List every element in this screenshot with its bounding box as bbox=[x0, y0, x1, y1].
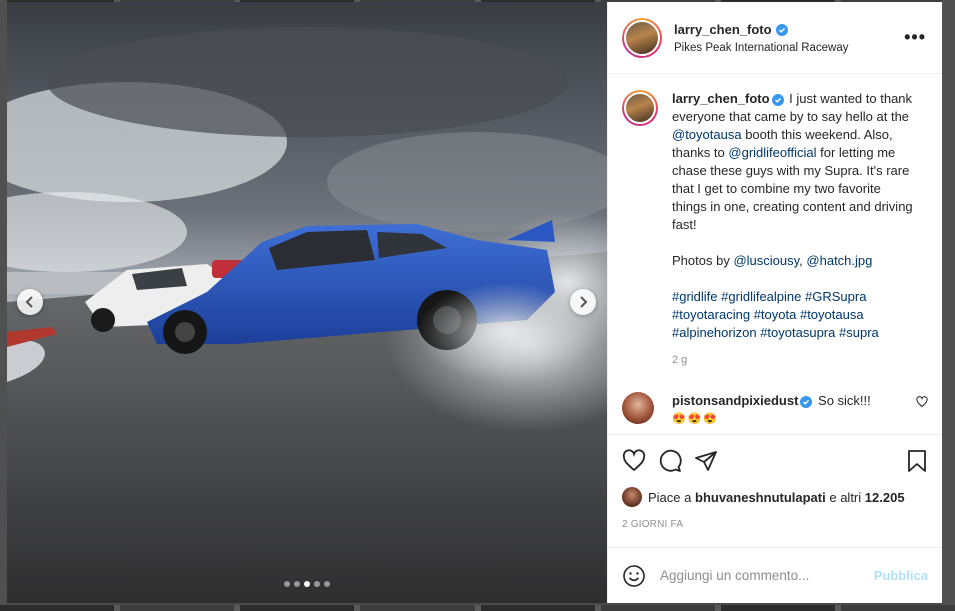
emoji-picker-button[interactable] bbox=[622, 564, 646, 588]
comment-emoji: 😍😍😍 bbox=[672, 413, 720, 425]
liker-username[interactable]: bhuvaneshnutulapati bbox=[695, 490, 826, 505]
previous-photo-button[interactable] bbox=[17, 289, 43, 315]
share-button[interactable] bbox=[694, 449, 718, 473]
comment-input[interactable] bbox=[660, 568, 874, 583]
liker-avatar[interactable] bbox=[622, 487, 642, 507]
publish-button[interactable]: Pubblica bbox=[874, 568, 928, 583]
post-modal: larry_chen_foto Pikes Peak International… bbox=[7, 2, 942, 603]
chevron-right-icon bbox=[580, 296, 588, 308]
post-photo bbox=[7, 2, 607, 603]
feed-background-left bbox=[0, 0, 7, 611]
author-username[interactable]: larry_chen_foto bbox=[674, 22, 772, 37]
hashtag-link[interactable]: #toyota bbox=[754, 307, 797, 322]
likes-suffix: e altri bbox=[829, 489, 862, 505]
comments-list[interactable]: larry_chen_foto I just wanted to thank e… bbox=[608, 74, 942, 434]
mention-lusciousy[interactable]: @lusciousy bbox=[733, 253, 799, 268]
verified-badge-icon bbox=[775, 23, 788, 36]
smiley-icon bbox=[623, 564, 645, 587]
comment-text: So sick!!! bbox=[818, 393, 871, 408]
bookmark-icon bbox=[908, 450, 926, 472]
hashtag-link[interactable]: #GRSupra bbox=[805, 289, 866, 304]
likes-summary: Piace a bhuvaneshnutulapati e altri 12.2… bbox=[622, 487, 928, 507]
post-location[interactable]: Pikes Peak International Raceway bbox=[674, 42, 902, 54]
mention-hatch[interactable]: @hatch.jpg bbox=[806, 253, 872, 268]
paper-plane-icon bbox=[695, 451, 717, 471]
more-options-button[interactable]: ••• bbox=[902, 27, 928, 48]
caption-username[interactable]: larry_chen_foto bbox=[672, 91, 770, 106]
feed-background-right bbox=[942, 0, 955, 611]
hashtag-link[interactable]: #supra bbox=[839, 325, 879, 340]
hashtag-link[interactable]: #toyotaracing bbox=[672, 307, 750, 322]
commenter-username[interactable]: pistonsandpixiedust bbox=[672, 393, 798, 408]
hashtag-list: #gridlife #gridlifealpine #GRSupra #toyo… bbox=[672, 288, 917, 342]
comment-bubble-icon bbox=[659, 449, 682, 472]
chevron-left-icon bbox=[25, 296, 33, 308]
hashtag-link[interactable]: #gridlifealpine bbox=[721, 289, 801, 304]
comment-composer: Pubblica bbox=[608, 547, 942, 603]
drift-car-photo bbox=[7, 2, 607, 603]
heart-icon bbox=[622, 449, 646, 472]
carousel-dot bbox=[314, 581, 320, 587]
hashtag-link[interactable]: #alpinehorizon bbox=[672, 325, 757, 340]
likes-prefix: Piace a bbox=[648, 489, 692, 505]
caption-text: larry_chen_foto I just wanted to thank e… bbox=[672, 90, 917, 342]
carousel-dot bbox=[294, 581, 300, 587]
likes-count[interactable]: 12.205 bbox=[865, 490, 905, 505]
post-date[interactable]: 2 GIORNI FA bbox=[622, 519, 928, 530]
hashtag-link[interactable]: #gridlife bbox=[672, 289, 718, 304]
carousel-indicator bbox=[7, 581, 607, 587]
post-actions: Piace a bhuvaneshnutulapati e altri 12.2… bbox=[608, 434, 942, 547]
mention-gridlifeofficial[interactable]: @gridlifeofficial bbox=[728, 145, 816, 160]
caption-photos-by: Photos by bbox=[672, 253, 730, 268]
comment-like-heart-icon[interactable] bbox=[916, 396, 928, 408]
save-button[interactable] bbox=[906, 449, 928, 473]
caption-comma: , bbox=[799, 253, 803, 268]
comment-button[interactable] bbox=[658, 449, 682, 473]
commenter-avatar[interactable] bbox=[622, 392, 654, 424]
caption-author-avatar[interactable] bbox=[622, 90, 658, 126]
post-details-panel: larry_chen_foto Pikes Peak International… bbox=[607, 2, 942, 603]
caption-time-ago: 2 g bbox=[672, 354, 688, 366]
hashtag-link[interactable]: #toyotasupra bbox=[760, 325, 835, 340]
carousel-dot bbox=[284, 581, 290, 587]
mention-toyotausa[interactable]: @toyotausa bbox=[672, 127, 742, 142]
feed-background-bottom bbox=[0, 605, 955, 611]
verified-badge-icon bbox=[771, 94, 784, 106]
author-avatar[interactable] bbox=[622, 17, 662, 58]
caption: larry_chen_foto I just wanted to thank e… bbox=[622, 90, 928, 342]
carousel-dot bbox=[324, 581, 330, 587]
comment-item: pistonsandpixiedust So sick!!! 😍😍😍 bbox=[622, 392, 928, 428]
post-header: larry_chen_foto Pikes Peak International… bbox=[608, 2, 942, 74]
verified-badge-icon bbox=[800, 396, 813, 408]
next-photo-button[interactable] bbox=[570, 289, 596, 315]
hashtag-link[interactable]: #toyotausa bbox=[800, 307, 864, 322]
like-button[interactable] bbox=[622, 449, 646, 473]
carousel-dot bbox=[304, 581, 310, 587]
